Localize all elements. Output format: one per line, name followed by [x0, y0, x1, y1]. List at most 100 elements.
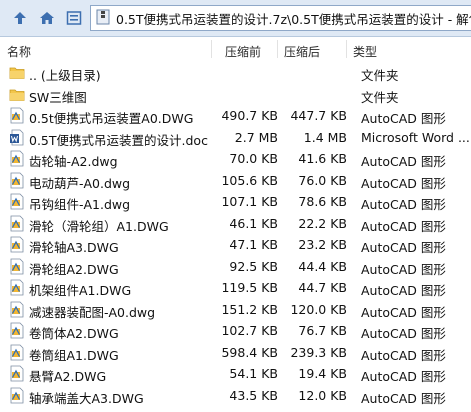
dwg-file-icon: [9, 215, 25, 232]
file-row[interactable]: 悬臂A2.DWG 54.1 KB 19.4 KB AutoCAD 图形: [0, 363, 471, 385]
file-type: AutoCAD 图形: [361, 175, 446, 191]
dwg-file-icon: [9, 193, 25, 210]
dwg-file-icon: [9, 236, 25, 253]
column-divider[interactable]: [346, 40, 347, 58]
file-type: 文件夹: [361, 89, 399, 105]
dwg-file-icon: [9, 279, 25, 296]
file-packed-size: 44.4 KB: [298, 258, 347, 274]
file-type: AutoCAD 图形: [361, 218, 446, 234]
file-packed-size: 76.7 KB: [298, 323, 347, 338]
file-type: AutoCAD 图形: [361, 154, 446, 169]
home-icon[interactable]: [36, 7, 58, 29]
archive-file-icon: [95, 9, 111, 28]
address-bar[interactable]: 0.5T便携式吊运装置的设计.7z\0.5T便携式吊运装置的设计 - 解包大: [90, 5, 471, 31]
file-name: 0.5t便携式吊运装置A0.DWG: [29, 111, 194, 126]
file-name: 卷筒体A2.DWG: [29, 326, 119, 341]
file-name: 滑轮轴A3.DWG: [29, 240, 119, 255]
file-row[interactable]: 电动葫芦-A0.dwg 105.6 KB 76.0 KB AutoCAD 图形: [0, 170, 471, 192]
file-name: 轴承端盖大A3.DWG: [29, 390, 144, 406]
file-packed-size: 41.6 KB: [298, 151, 347, 166]
file-row[interactable]: SW三维图 文件夹: [0, 84, 471, 106]
file-row[interactable]: 0.5t便携式吊运装置A0.DWG 490.7 KB 447.7 KB AutoCAD…: [0, 105, 471, 127]
file-row[interactable]: 机架组件A1.DWG 119.5 KB 44.7 KB AutoCAD 图形: [0, 277, 471, 299]
file-type: Microsoft Word ...: [361, 129, 470, 145]
dwg-file-icon: [9, 301, 25, 318]
dwg-file-icon: [9, 258, 25, 275]
file-row[interactable]: 滑轮（滑轮组）A1.DWG 46.1 KB 22.2 KB AutoCAD 图形: [0, 213, 471, 235]
file-name: 卷筒组A1.DWG: [29, 347, 119, 363]
folder-icon: [9, 86, 25, 103]
file-name: 滑轮（滑轮组）A1.DWG: [29, 218, 169, 234]
folder-icon: [9, 64, 25, 81]
file-name: 电动葫芦-A0.dwg: [29, 175, 131, 191]
word-doc-icon: [9, 129, 25, 146]
file-size: 490.7 KB: [221, 108, 278, 123]
file-size: 107.1 KB: [221, 194, 278, 209]
file-row[interactable]: .. (上级目录) 文件夹: [0, 62, 471, 84]
file-packed-size: 23.2 KB: [298, 237, 347, 252]
file-row[interactable]: 滑轮组A2.DWG 92.5 KB 44.4 KB AutoCAD 图形: [0, 256, 471, 278]
file-packed-size: 22.2 KB: [298, 215, 347, 231]
file-row[interactable]: 卷筒组A1.DWG 598.4 KB 239.3 KB AutoCAD 图形: [0, 342, 471, 364]
file-list: .. (上级目录) 文件夹 SW三维图 文件夹 0.5t便携式吊运装置A0.DWG 4…: [0, 62, 471, 406]
file-size: 105.6 KB: [221, 172, 278, 188]
file-row[interactable]: 0.5T便携式吊运装置的设计.doc 2.7 MB 1.4 MB Microsoft …: [0, 127, 471, 149]
file-row[interactable]: 齿轮轴-A2.dwg 70.0 KB 41.6 KB AutoCAD 图形: [0, 148, 471, 170]
file-name: 0.5T便携式吊运装置的设计.doc: [29, 132, 208, 148]
file-name: 滑轮组A2.DWG: [29, 261, 119, 277]
file-row[interactable]: 吊钩组件-A1.dwg 107.1 KB 78.6 KB AutoCAD 图形: [0, 191, 471, 213]
file-type: AutoCAD 图形: [361, 304, 446, 320]
file-size: 54.1 KB: [229, 366, 278, 381]
file-packed-size: 239.3 KB: [290, 344, 347, 360]
file-size: 70.0 KB: [229, 151, 278, 166]
file-type: AutoCAD 图形: [361, 111, 446, 126]
file-size: 598.4 KB: [221, 344, 278, 360]
file-size: 46.1 KB: [229, 215, 278, 231]
dwg-file-icon: [9, 107, 25, 124]
column-divider[interactable]: [277, 40, 278, 58]
file-type: AutoCAD 图形: [361, 240, 446, 255]
file-type: AutoCAD 图形: [361, 283, 446, 298]
file-packed-size: 78.6 KB: [298, 194, 347, 209]
file-type: AutoCAD 图形: [361, 261, 446, 277]
file-name: .. (上级目录): [29, 68, 101, 83]
archive-window: 0.5T便携式吊运装置的设计.7z\0.5T便携式吊运装置的设计 - 解包大 名…: [0, 0, 471, 412]
file-type: AutoCAD 图形: [361, 347, 446, 363]
file-name: 减速器装配图-A0.dwg: [29, 304, 156, 320]
file-packed-size: 44.7 KB: [298, 280, 347, 295]
file-size: 151.2 KB: [221, 301, 278, 317]
toolbar: 0.5T便携式吊运装置的设计.7z\0.5T便携式吊运装置的设计 - 解包大: [0, 0, 471, 37]
list-view-icon[interactable]: [63, 7, 85, 29]
file-packed-size: 1.4 MB: [303, 129, 347, 145]
file-row[interactable]: 卷筒体A2.DWG 102.7 KB 76.7 KB AutoCAD 图形: [0, 320, 471, 342]
up-arrow-icon[interactable]: [9, 7, 31, 29]
file-row[interactable]: 轴承端盖大A3.DWG 43.5 KB 12.0 KB AutoCAD 图形: [0, 385, 471, 407]
file-size: 119.5 KB: [221, 280, 278, 295]
file-packed-size: 447.7 KB: [290, 108, 347, 123]
file-row[interactable]: 滑轮轴A3.DWG 47.1 KB 23.2 KB AutoCAD 图形: [0, 234, 471, 256]
file-name: 吊钩组件-A1.dwg: [29, 197, 131, 212]
dwg-file-icon: [9, 172, 25, 189]
archive-path: 0.5T便携式吊运装置的设计.7z\0.5T便携式吊运装置的设计 - 解包大: [116, 11, 471, 27]
file-size: 43.5 KB: [229, 387, 278, 403]
column-divider[interactable]: [211, 40, 212, 58]
column-name[interactable]: 名称: [7, 43, 31, 60]
file-type: AutoCAD 图形: [361, 390, 446, 406]
dwg-file-icon: [9, 322, 25, 339]
file-name: SW三维图: [29, 89, 87, 105]
file-packed-size: 19.4 KB: [298, 366, 347, 381]
column-type[interactable]: 类型: [353, 43, 377, 60]
file-packed-size: 12.0 KB: [298, 387, 347, 403]
dwg-file-icon: [9, 150, 25, 167]
column-packed-size[interactable]: 压缩后: [284, 43, 320, 60]
file-name: 悬臂A2.DWG: [29, 369, 107, 384]
file-packed-size: 120.0 KB: [290, 301, 347, 317]
column-header: 名称 压缩前 压缩后 类型: [0, 37, 471, 61]
dwg-file-icon: [9, 387, 25, 404]
column-size[interactable]: 压缩前: [225, 43, 261, 60]
file-row[interactable]: 减速器装配图-A0.dwg 151.2 KB 120.0 KB AutoCAD 图形: [0, 299, 471, 321]
dwg-file-icon: [9, 365, 25, 382]
file-size: 2.7 MB: [234, 129, 278, 145]
file-size: 102.7 KB: [221, 323, 278, 338]
file-type: 文件夹: [361, 68, 399, 83]
